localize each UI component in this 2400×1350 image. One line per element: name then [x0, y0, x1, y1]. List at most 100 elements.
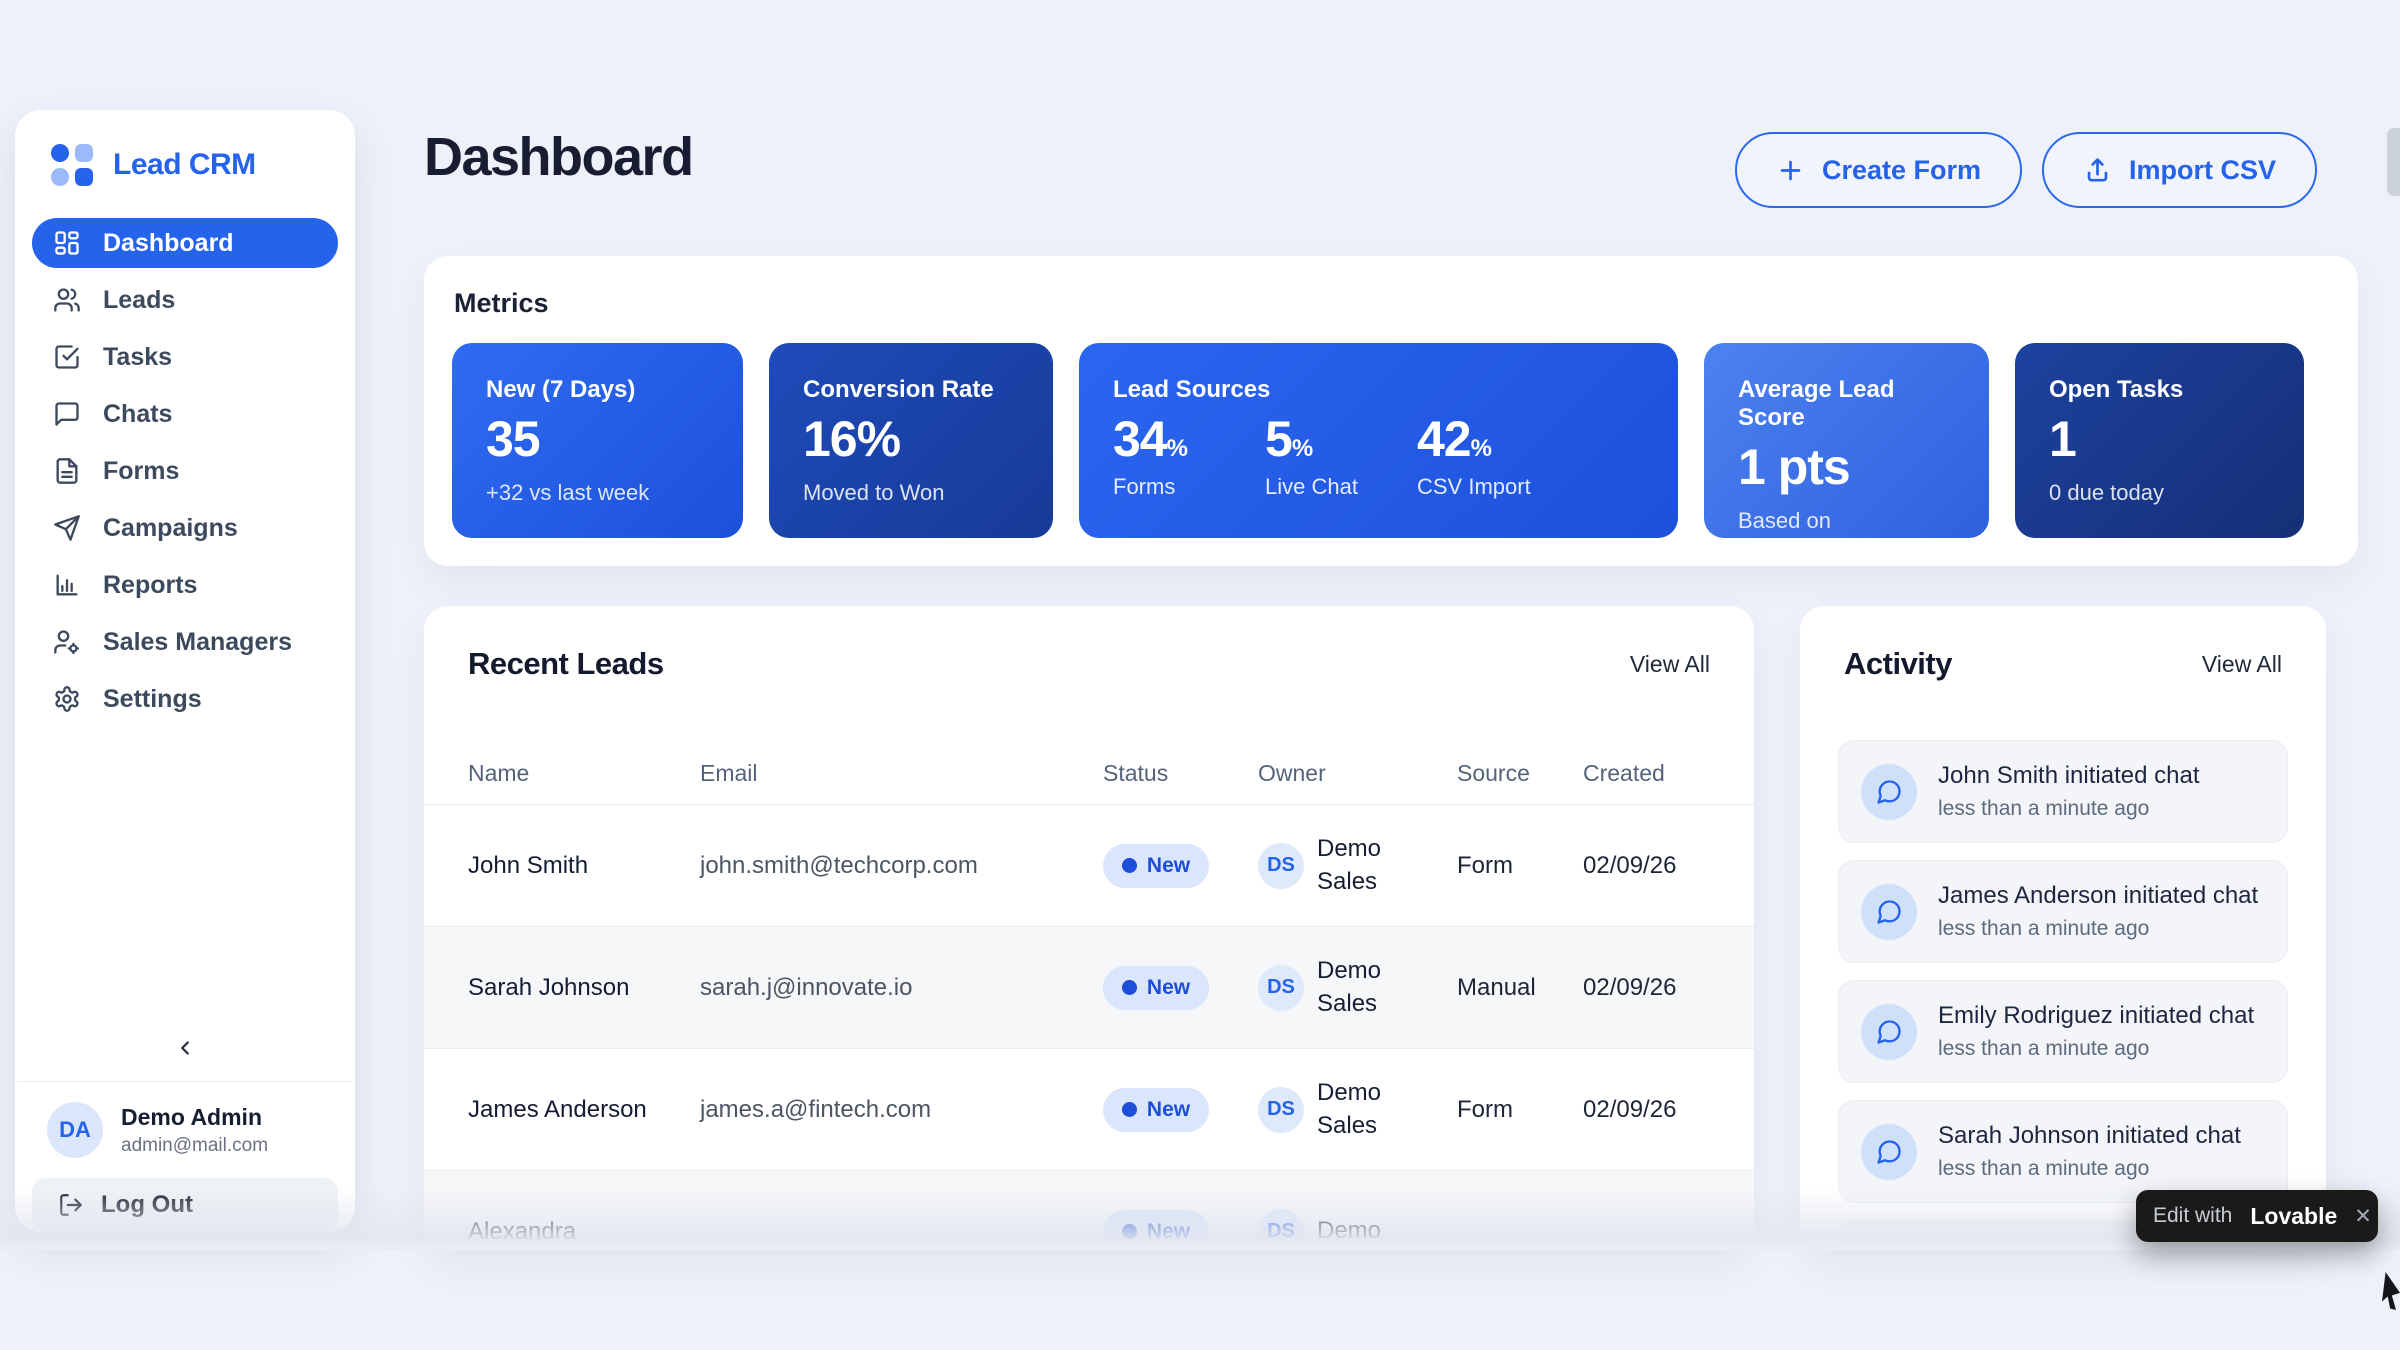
sidebar-item-label: Tasks — [103, 343, 172, 372]
metric-card-average-lead-score: Average Lead Score 1 pts Based on engage… — [1704, 343, 1989, 538]
plus-icon — [1776, 156, 1805, 185]
chat-bubble-icon — [1861, 1124, 1917, 1180]
sidebar-nav: Dashboard Leads Tasks Chats Forms Campai… — [15, 214, 355, 731]
brand-name: Lead CRM — [113, 148, 256, 182]
activity-list: John Smith initiated chat less than a mi… — [1800, 682, 2326, 1250]
metric-title: Lead Sources — [1113, 376, 1644, 404]
column-header-status: Status — [1103, 760, 1258, 787]
stat-value: 34 — [1113, 411, 1167, 467]
upload-icon — [2083, 156, 2112, 185]
lead-name: Sarah Johnson — [468, 971, 700, 1005]
lead-email: john.smith@techcorp.com — [700, 852, 1103, 880]
stat-label: Live Chat — [1265, 474, 1417, 500]
owner-name: Demo Sales — [1317, 833, 1399, 898]
stat-label: Forms — [1113, 474, 1265, 500]
metric-value: 35 — [486, 410, 709, 468]
user-name: Demo Admin — [121, 1104, 268, 1131]
activity-item-time: less than a minute ago — [1938, 797, 2199, 821]
lovable-badge-prefix: Edit with — [2153, 1204, 2232, 1228]
metric-subtext: Based on engagement — [1738, 508, 1955, 560]
owner-avatar: DS — [1258, 965, 1304, 1011]
list-item[interactable]: John Smith initiated chat less than a mi… — [1838, 740, 2288, 843]
metric-card-conversion-rate: Conversion Rate 16% Moved to Won — [769, 343, 1053, 538]
lead-email: james.a@fintech.com — [700, 1096, 1103, 1124]
user-email: admin@mail.com — [121, 1135, 268, 1157]
create-form-button[interactable]: Create Form — [1735, 132, 2022, 208]
owner-avatar: DS — [1258, 843, 1304, 889]
owner-name: Demo Sales — [1317, 1077, 1399, 1142]
user-profile: DA Demo Admin admin@mail.com — [17, 1081, 353, 1158]
stat-value: 42 — [1417, 411, 1471, 467]
sidebar-item-tasks[interactable]: Tasks — [32, 332, 338, 382]
sidebar-item-label: Forms — [103, 457, 179, 486]
sidebar-item-campaigns[interactable]: Campaigns — [32, 503, 338, 553]
sidebar-item-chats[interactable]: Chats — [32, 389, 338, 439]
table-row[interactable]: James Anderson james.a@fintech.com New D… — [424, 1048, 1754, 1170]
metric-subtext: Moved to Won — [803, 480, 1019, 506]
dashboard-icon — [53, 229, 81, 257]
chats-icon — [53, 400, 81, 428]
recent-leads-view-all-link[interactable]: View All — [1630, 651, 1710, 678]
sidebar-item-label: Sales Managers — [103, 628, 292, 657]
chevron-left-icon — [174, 1037, 196, 1059]
brand: Lead CRM — [15, 110, 355, 214]
metric-title: Open Tasks — [2049, 376, 2270, 404]
lead-email: sarah.j@innovate.io — [700, 974, 1103, 1002]
chat-bubble-icon — [1861, 764, 1917, 820]
column-header-owner: Owner — [1258, 760, 1457, 787]
metric-value: 1 pts — [1738, 438, 1955, 496]
sidebar-item-reports[interactable]: Reports — [32, 560, 338, 610]
mouse-cursor — [2382, 1272, 2400, 1310]
metric-title: Average Lead Score — [1738, 376, 1955, 432]
lead-created: 02/09/26 — [1583, 852, 1710, 880]
sidebar: Lead CRM Dashboard Leads Tasks Chats For… — [15, 110, 355, 1232]
reports-icon — [53, 571, 81, 599]
sidebar-item-sales-managers[interactable]: Sales Managers — [32, 617, 338, 667]
sidebar-collapse-button[interactable] — [165, 1031, 205, 1065]
edit-with-lovable-badge[interactable]: Edit with Lovable ✕ — [2136, 1190, 2378, 1242]
sidebar-item-label: Leads — [103, 286, 175, 315]
activity-view-all-link[interactable]: View All — [2202, 651, 2282, 678]
activity-item-title: Sarah Johnson initiated chat — [1938, 1122, 2241, 1150]
metric-title: New (7 Days) — [486, 376, 709, 404]
lead-created: 02/09/26 — [1583, 1096, 1710, 1124]
sidebar-item-label: Dashboard — [103, 229, 234, 258]
sidebar-item-label: Campaigns — [103, 514, 238, 543]
page-title: Dashboard — [424, 126, 693, 188]
lead-source-stat-live-chat: 5% Live Chat — [1265, 410, 1417, 500]
close-icon[interactable]: ✕ — [2346, 1204, 2372, 1229]
activity-item-time: less than a minute ago — [1938, 1037, 2254, 1061]
metrics-panel: Metrics New (7 Days) 35 +32 vs last week… — [424, 256, 2358, 566]
activity-item-title: John Smith initiated chat — [1938, 762, 2199, 790]
leads-table: Name Email Status Owner Source Created J… — [424, 742, 1754, 1250]
stat-value: 5 — [1265, 411, 1292, 467]
lead-crm-logo-icon — [51, 144, 93, 186]
list-item[interactable]: James Anderson initiated chat less than … — [1838, 860, 2288, 963]
forms-icon — [53, 457, 81, 485]
page-scrollbar-thumb[interactable] — [2387, 128, 2400, 196]
status-badge: New — [1103, 844, 1209, 888]
sidebar-item-dashboard[interactable]: Dashboard — [32, 218, 338, 268]
stat-unit: % — [1167, 435, 1187, 462]
import-csv-button[interactable]: Import CSV — [2042, 132, 2317, 208]
metric-value: 1 — [2049, 410, 2270, 468]
status-badge: New — [1103, 1088, 1209, 1132]
list-item[interactable]: Emily Rodriguez initiated chat less than… — [1838, 980, 2288, 1083]
settings-icon — [53, 685, 81, 713]
activity-item-title: James Anderson initiated chat — [1938, 882, 2258, 910]
header-actions: Create Form Import CSV — [1735, 132, 2317, 208]
table-row[interactable]: Sarah Johnson sarah.j@innovate.io New DS… — [424, 926, 1754, 1048]
lead-name: John Smith — [468, 849, 700, 883]
sidebar-item-label: Settings — [103, 685, 202, 714]
metric-subtext: 0 due today — [2049, 480, 2270, 506]
sidebar-item-forms[interactable]: Forms — [32, 446, 338, 496]
owner-name: Demo Sales — [1317, 955, 1399, 1020]
metrics-title: Metrics — [424, 256, 2358, 319]
sidebar-item-label: Reports — [103, 571, 197, 600]
column-header-email: Email — [700, 760, 1103, 787]
sidebar-item-leads[interactable]: Leads — [32, 275, 338, 325]
table-row[interactable]: John Smith john.smith@techcorp.com New D… — [424, 804, 1754, 926]
metric-card-open-tasks: Open Tasks 1 0 due today — [2015, 343, 2304, 538]
stat-label: CSV Import — [1417, 474, 1569, 500]
sidebar-item-settings[interactable]: Settings — [32, 674, 338, 724]
